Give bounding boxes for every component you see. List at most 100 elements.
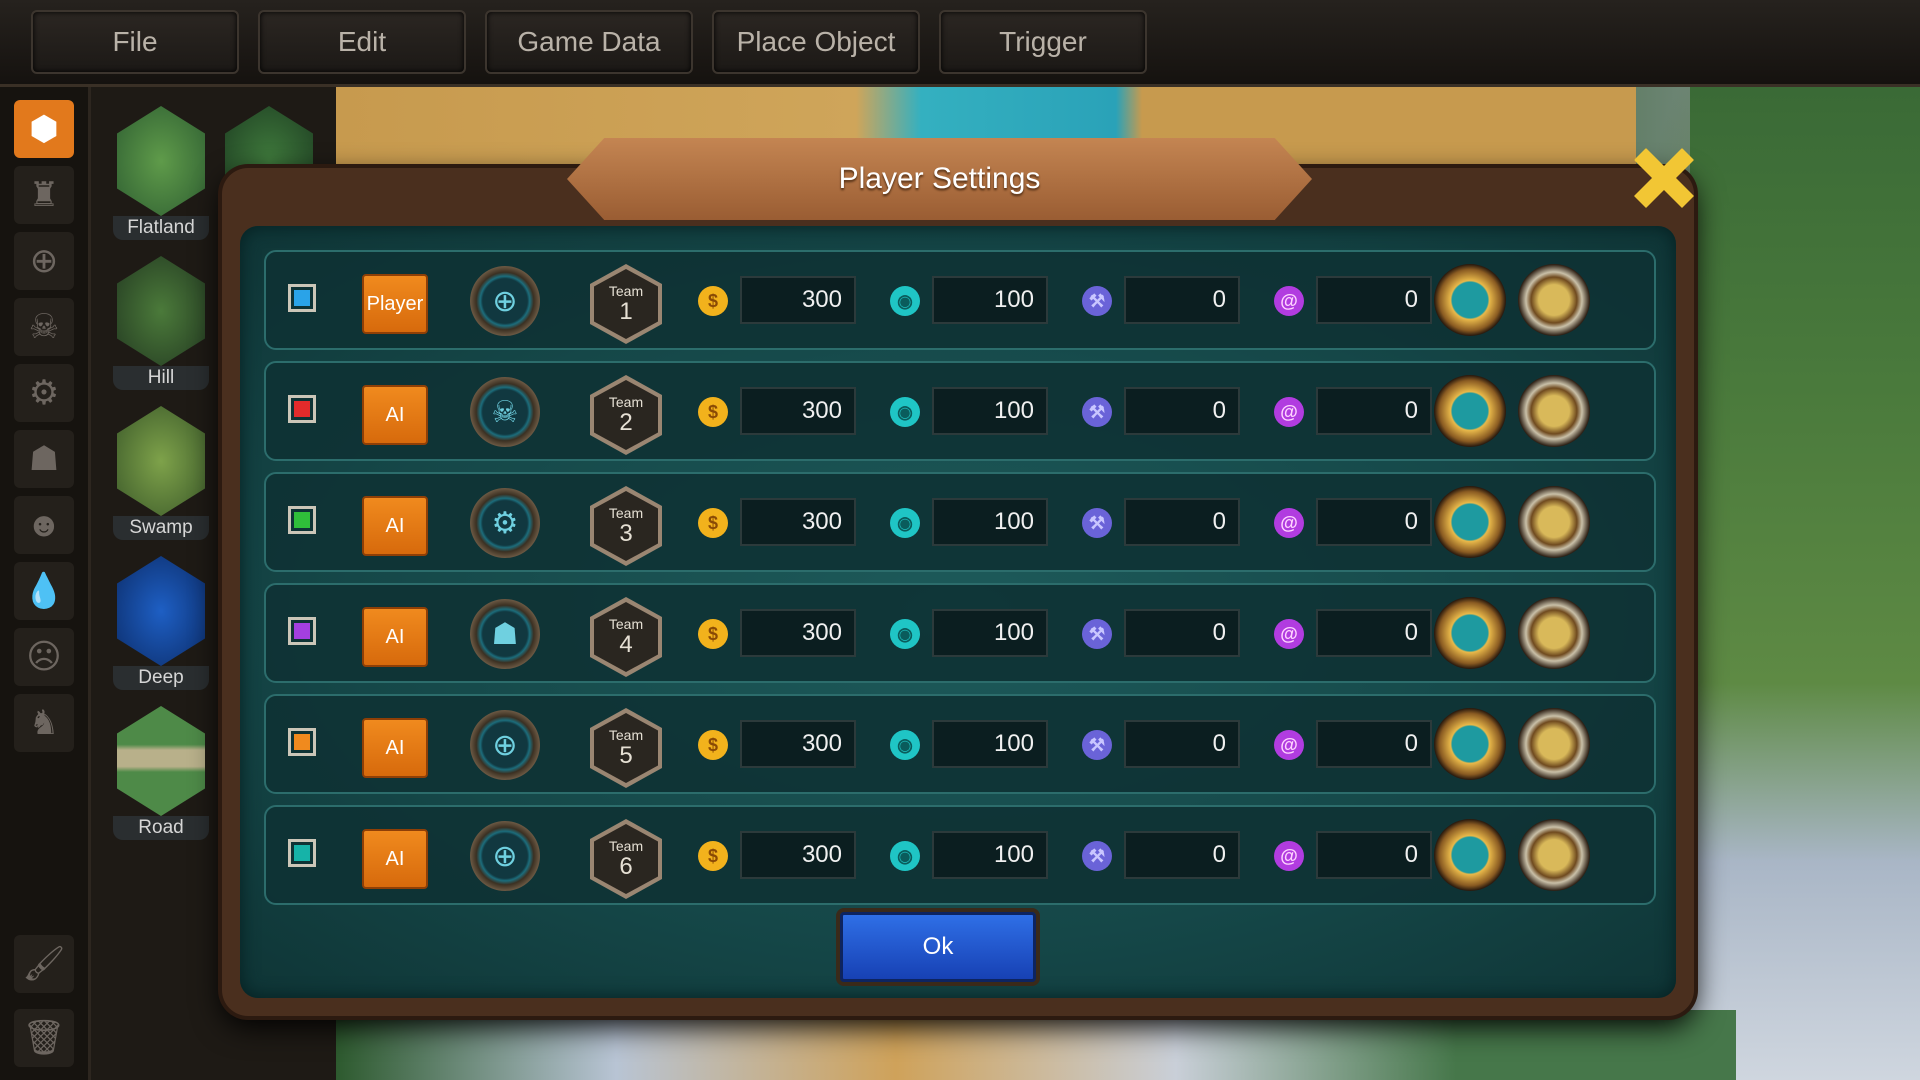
gold-input[interactable]: 300 [740, 831, 856, 879]
water-drop-tool-icon[interactable]: 💧 [14, 562, 74, 620]
spellbook-icon[interactable] [1434, 819, 1506, 891]
map-terrain-right [1690, 87, 1920, 1080]
skull-icon[interactable]: ☠ [470, 377, 540, 447]
target-tool-icon[interactable]: ⊕ [14, 232, 74, 290]
gold-coin-icon: $ [698, 730, 728, 760]
hammer-icon[interactable] [1518, 486, 1590, 558]
menu-edit-button[interactable]: Edit [258, 10, 466, 74]
player-color-swatch[interactable] [288, 617, 316, 645]
road-tile-icon [117, 706, 205, 816]
terrain-label: Hill [113, 366, 209, 390]
skull-tool-icon[interactable]: ☠ [14, 298, 74, 356]
trash-tool-icon[interactable]: 🗑 [14, 1009, 74, 1067]
iron-icon: ⚒ [1082, 730, 1112, 760]
controller-toggle-button[interactable]: AI [362, 385, 428, 445]
wood-input[interactable]: 100 [932, 276, 1048, 324]
gears-tool-icon[interactable]: ⚙ [14, 364, 74, 422]
menu-game-data-button[interactable]: Game Data [485, 10, 693, 74]
mana-input[interactable]: 0 [1316, 720, 1432, 768]
team-selector[interactable]: Team 2 [590, 375, 662, 455]
iron-icon: ⚒ [1082, 397, 1112, 427]
iron-input[interactable]: 0 [1124, 387, 1240, 435]
mana-icon: @ [1274, 508, 1304, 538]
iron-input[interactable]: 0 [1124, 276, 1240, 324]
menu-trigger-button[interactable]: Trigger [939, 10, 1147, 74]
hammer-icon[interactable] [1518, 597, 1590, 669]
wood-input[interactable]: 100 [932, 720, 1048, 768]
gold-input[interactable]: 300 [740, 720, 856, 768]
hammer-icon[interactable] [1518, 264, 1590, 336]
iron-input[interactable]: 0 [1124, 720, 1240, 768]
wood-input[interactable]: 100 [932, 387, 1048, 435]
mana-icon: @ [1274, 397, 1304, 427]
player-color-swatch[interactable] [288, 728, 316, 756]
terrain-label: Deep [113, 666, 209, 690]
gold-input[interactable]: 300 [740, 387, 856, 435]
mana-icon: @ [1274, 730, 1304, 760]
gears-icon[interactable]: ⚙ [470, 488, 540, 558]
iron-input[interactable]: 0 [1124, 498, 1240, 546]
spellbook-icon[interactable] [1434, 264, 1506, 336]
dragon-tool-icon[interactable]: ♞ [14, 694, 74, 752]
menu-file-button[interactable]: File [31, 10, 239, 74]
controller-toggle-button[interactable]: Player [362, 274, 428, 334]
ok-button[interactable]: Ok [840, 912, 1036, 982]
player-color-swatch[interactable] [288, 284, 316, 312]
gold-input[interactable]: 300 [740, 498, 856, 546]
terrain-tile-swamp[interactable]: Swamp [113, 400, 209, 540]
mana-input[interactable]: 0 [1316, 276, 1432, 324]
target-icon[interactable]: ⊕ [470, 266, 540, 336]
terrain-tile-flatland[interactable]: Flatland [113, 100, 209, 240]
beast-tool-icon[interactable]: ☗ [14, 430, 74, 488]
spellbook-icon[interactable] [1434, 375, 1506, 447]
castle-tool-icon[interactable]: ♜ [14, 166, 74, 224]
iron-input[interactable]: 0 [1124, 609, 1240, 657]
hammer-icon[interactable] [1518, 375, 1590, 447]
menu-place-object-button[interactable]: Place Object [712, 10, 920, 74]
mana-input[interactable]: 0 [1316, 387, 1432, 435]
team-selector[interactable]: Team 5 [590, 708, 662, 788]
player-color-swatch[interactable] [288, 506, 316, 534]
terrain-tool-hex-icon[interactable]: ⬢ [14, 100, 74, 158]
brush-tool-icon[interactable]: 🖌 [14, 935, 74, 993]
spellbook-icon[interactable] [1434, 597, 1506, 669]
spellbook-icon[interactable] [1434, 486, 1506, 558]
target-icon[interactable]: ⊕ [470, 821, 540, 891]
wood-input[interactable]: 100 [932, 609, 1048, 657]
mana-input[interactable]: 0 [1316, 609, 1432, 657]
swamp-tile-icon [117, 406, 205, 516]
flatland-tile-icon [117, 106, 205, 216]
target-icon[interactable]: ⊕ [470, 710, 540, 780]
controller-toggle-button[interactable]: AI [362, 829, 428, 889]
spellbook-icon[interactable] [1434, 708, 1506, 780]
controller-toggle-button[interactable]: AI [362, 607, 428, 667]
terrain-tile-road[interactable]: Road [113, 700, 209, 840]
wood-input[interactable]: 100 [932, 498, 1048, 546]
beast-icon[interactable]: ☗ [470, 599, 540, 669]
wood-input[interactable]: 100 [932, 831, 1048, 879]
player-color-swatch[interactable] [288, 839, 316, 867]
iron-icon: ⚒ [1082, 841, 1112, 871]
team-selector[interactable]: Team 4 [590, 597, 662, 677]
menu-bar: File Edit Game Data Place Object Trigger [0, 0, 1920, 87]
team-selector[interactable]: Team 3 [590, 486, 662, 566]
gold-input[interactable]: 300 [740, 609, 856, 657]
hammer-icon[interactable] [1518, 819, 1590, 891]
controller-toggle-button[interactable]: AI [362, 496, 428, 556]
mask-tool-icon[interactable]: ☻ [14, 496, 74, 554]
deep-water-tile-icon [117, 556, 205, 666]
team-selector[interactable]: Team 1 [590, 264, 662, 344]
ogre-tool-icon[interactable]: ☹ [14, 628, 74, 686]
iron-input[interactable]: 0 [1124, 831, 1240, 879]
player-color-swatch[interactable] [288, 395, 316, 423]
team-number: 1 [619, 298, 633, 325]
controller-toggle-button[interactable]: AI [362, 718, 428, 778]
team-selector[interactable]: Team 6 [590, 819, 662, 899]
gold-coin-icon: $ [698, 286, 728, 316]
hammer-icon[interactable] [1518, 708, 1590, 780]
terrain-tile-deep[interactable]: Deep [113, 550, 209, 690]
mana-input[interactable]: 0 [1316, 498, 1432, 546]
gold-input[interactable]: 300 [740, 276, 856, 324]
mana-input[interactable]: 0 [1316, 831, 1432, 879]
terrain-tile-hill[interactable]: Hill [113, 250, 209, 390]
